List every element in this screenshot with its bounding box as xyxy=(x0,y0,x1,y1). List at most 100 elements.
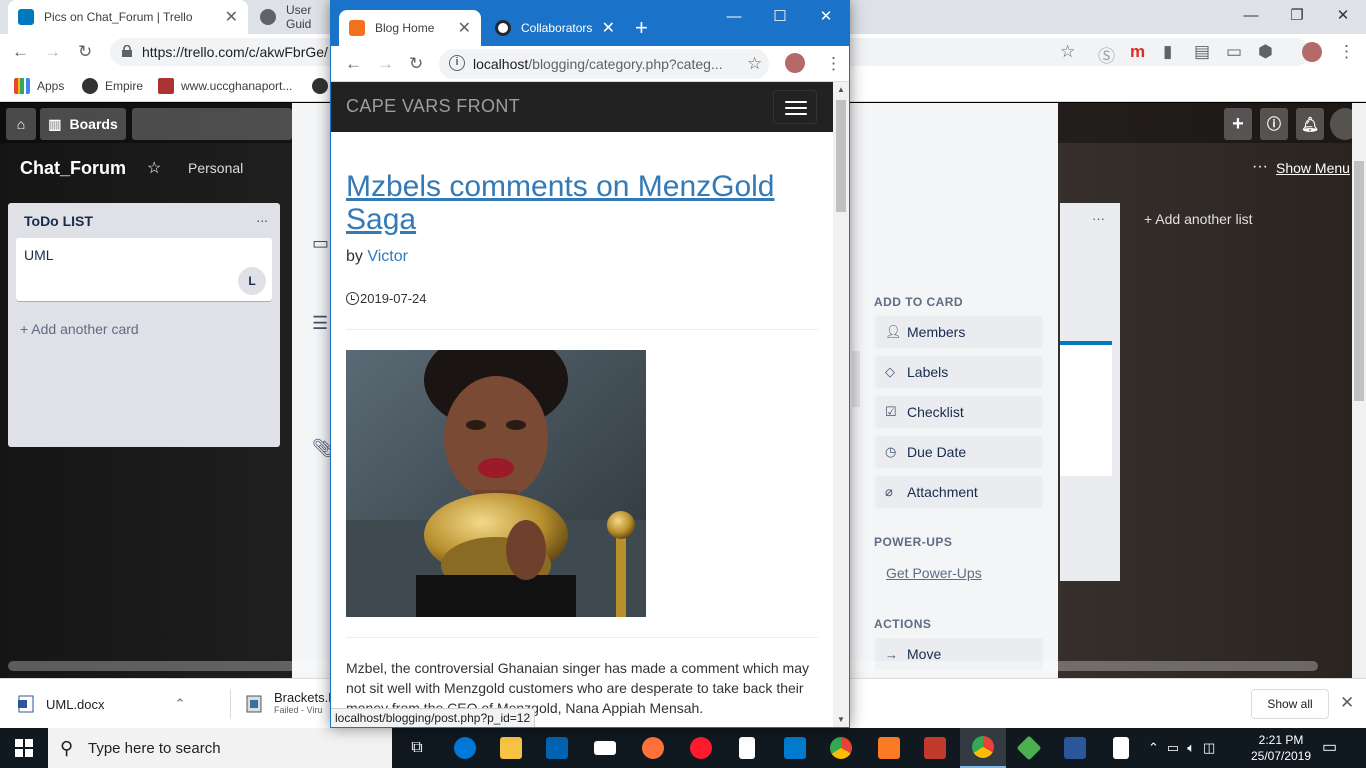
card-member-avatar[interactable]: L xyxy=(238,267,266,295)
more-menu-icon[interactable]: ⋮ xyxy=(825,54,842,74)
sublime-app[interactable] xyxy=(912,728,958,768)
star-icon[interactable]: ☆ xyxy=(147,158,161,178)
file-app[interactable] xyxy=(724,728,770,768)
board-team-label[interactable]: Personal xyxy=(188,160,243,176)
power-icon[interactable]: ▭ xyxy=(1167,740,1179,756)
info-button[interactable]: ⓘ xyxy=(1260,108,1288,140)
chevron-up-icon[interactable]: ⌃ xyxy=(175,696,186,712)
chrome-app-active[interactable] xyxy=(960,728,1006,768)
star-icon[interactable]: ☆ xyxy=(1060,42,1075,62)
ellipsis-icon[interactable]: ··· xyxy=(1252,158,1268,176)
bookmark-uccghanaportal[interactable]: www.uccghanaport... xyxy=(158,78,292,94)
more-menu-icon[interactable]: ⋮ xyxy=(1338,42,1355,62)
board-title[interactable]: Chat_Forum xyxy=(20,158,126,179)
site-brand[interactable]: CAPE VARS FRONT xyxy=(346,96,520,117)
members-button[interactable]: 👤︎ Members xyxy=(875,316,1043,348)
back-arrow-icon[interactable]: ← xyxy=(345,54,362,74)
profile-avatar[interactable] xyxy=(785,53,805,73)
page-scrollbar[interactable]: ▲ ▼ xyxy=(833,82,849,727)
tab-collaborators[interactable]: Collaborators ✕ xyxy=(485,10,625,46)
firefox-app[interactable] xyxy=(630,728,676,768)
start-button[interactable] xyxy=(0,728,48,768)
profile-avatar[interactable] xyxy=(1302,42,1322,62)
author-link[interactable]: Victor xyxy=(367,248,408,265)
address-bar[interactable]: i localhost/blogging/category.php?categ.… xyxy=(439,49,769,79)
close-icon[interactable]: ✕ xyxy=(1340,693,1354,713)
chrome-app[interactable] xyxy=(818,728,864,768)
show-all-button[interactable]: Show all xyxy=(1251,689,1329,719)
tab-blog-home[interactable]: Blog Home ✕ xyxy=(339,10,481,46)
cast-icon[interactable]: ▭ xyxy=(1226,42,1242,62)
extension-icon[interactable]: ⬢ xyxy=(1258,42,1273,62)
task-view-button[interactable]: ⧉ xyxy=(394,728,440,768)
vscode-app[interactable] xyxy=(772,728,818,768)
boards-button[interactable]: ▥ Boards xyxy=(40,108,126,140)
scroll-down-arrow-icon[interactable]: ▼ xyxy=(837,715,845,724)
mail-app[interactable] xyxy=(582,728,628,768)
post-title-link[interactable]: Mzbels comments on MenzGold Saga xyxy=(346,170,816,236)
maximize-icon[interactable]: ☐ xyxy=(757,4,803,28)
edge-app[interactable] xyxy=(442,728,488,768)
xampp-app[interactable] xyxy=(866,728,912,768)
reload-icon[interactable]: ↻ xyxy=(78,42,92,62)
hamburger-menu-button[interactable] xyxy=(773,90,817,124)
download-item-uml[interactable]: UML.docx ⌃ xyxy=(18,679,185,729)
labels-button[interactable]: ◇ Labels xyxy=(875,356,1043,388)
forward-arrow-icon[interactable]: → xyxy=(377,54,394,74)
tab-user-guide[interactable]: User Guid xyxy=(250,0,340,34)
tab-trello[interactable]: Pics on Chat_Forum | Trello ✕ xyxy=(8,0,248,34)
download-item-brackets[interactable]: Brackets.R Failed - Viru xyxy=(246,679,338,729)
bookmark-empire[interactable]: Empire xyxy=(82,78,143,94)
file-explorer-app[interactable] xyxy=(488,728,534,768)
skype-extension-icon[interactable]: Ⓢ xyxy=(1098,42,1115,67)
network-icon[interactable]: ◫ xyxy=(1203,740,1215,756)
opera-app[interactable] xyxy=(678,728,724,768)
board-search-input[interactable] xyxy=(132,108,292,140)
scrollbar-thumb[interactable] xyxy=(836,100,846,212)
clock[interactable]: 2:21 PM 25/07/2019 xyxy=(1250,732,1312,764)
minimize-icon[interactable]: — xyxy=(711,4,757,28)
file-app[interactable] xyxy=(1098,728,1144,768)
bookmark-apps[interactable]: Apps xyxy=(14,78,64,94)
word-app[interactable] xyxy=(1052,728,1098,768)
scrollbar-thumb[interactable] xyxy=(1354,161,1364,401)
list-title[interactable]: ToDo LIST xyxy=(24,213,93,229)
list-menu-icon[interactable]: ... xyxy=(256,209,268,225)
forward-arrow-icon[interactable]: → xyxy=(44,42,61,62)
add-list-button[interactable]: + Add another list xyxy=(1144,211,1253,227)
checklist-button[interactable]: ☑ Checklist xyxy=(875,396,1043,428)
speaker-icon[interactable]: 🔈︎ xyxy=(1187,740,1195,756)
restore-icon[interactable]: ❐ xyxy=(1274,0,1320,30)
vertical-scrollbar[interactable] xyxy=(1352,103,1366,678)
reload-icon[interactable]: ↻ xyxy=(409,54,423,74)
scroll-up-arrow-icon[interactable]: ▲ xyxy=(837,85,845,94)
window-close-icon[interactable]: ✕ xyxy=(803,4,849,28)
window-close-icon[interactable]: ✕ xyxy=(1320,0,1366,30)
attachment-button[interactable]: ⌀ Attachment xyxy=(875,476,1043,508)
close-icon[interactable]: ✕ xyxy=(458,18,471,38)
extension-icon[interactable]: ▮ xyxy=(1163,42,1172,62)
chevron-up-icon[interactable]: ⌃ xyxy=(1148,740,1159,756)
m-extension-icon[interactable]: m xyxy=(1130,42,1145,62)
close-icon[interactable]: ✕ xyxy=(225,7,238,27)
minimize-icon[interactable]: — xyxy=(1228,0,1274,30)
due-date-button[interactable]: ◷ Due Date xyxy=(875,436,1043,468)
home-button[interactable]: ⌂ xyxy=(6,108,36,140)
card-thumbnail[interactable] xyxy=(1060,341,1112,476)
add-card-button[interactable]: + Add another card xyxy=(20,321,139,337)
card-uml[interactable]: UML L xyxy=(16,238,272,301)
back-arrow-icon[interactable]: ← xyxy=(12,42,29,62)
get-powerups-link[interactable]: Get Power-Ups xyxy=(886,565,982,581)
extension-icon[interactable]: ▤ xyxy=(1194,42,1210,62)
new-tab-button[interactable]: + xyxy=(635,15,648,41)
store-app[interactable] xyxy=(534,728,580,768)
show-menu-link[interactable]: Show Menu xyxy=(1276,160,1350,176)
taskbar-search-input[interactable]: ⚲ Type here to search xyxy=(48,728,392,768)
close-icon[interactable]: ✕ xyxy=(602,18,615,38)
notification-icon[interactable]: ▭ xyxy=(1322,737,1337,757)
app-diamond[interactable] xyxy=(1006,728,1052,768)
star-icon[interactable]: ☆ xyxy=(747,54,762,74)
list-menu-icon[interactable]: ··· xyxy=(1092,211,1105,226)
notifications-button[interactable]: 🔔︎ xyxy=(1296,108,1324,140)
create-button[interactable]: + xyxy=(1224,108,1252,140)
